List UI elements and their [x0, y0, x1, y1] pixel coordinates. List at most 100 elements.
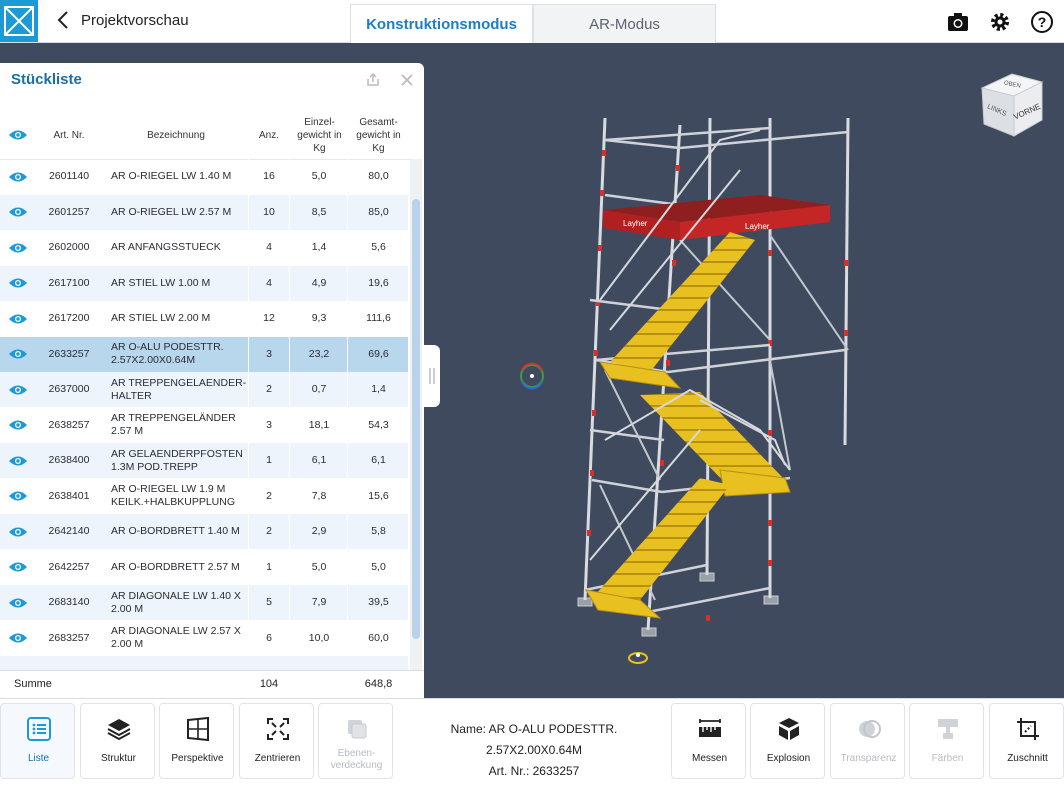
floor-pivot-icon: [628, 652, 648, 664]
selection-info: Name: AR O-ALU PODESTTR. 2.57X2.00X0.64M…: [402, 719, 666, 782]
table-row[interactable]: 2601257 AR O-RIEGEL LW 2.57 M 10 8,5 85,…: [0, 194, 408, 230]
cell-gesamtgewicht: 5,0: [371, 560, 386, 573]
eye-icon[interactable]: [8, 632, 28, 644]
table-row[interactable]: 2638257 AR TREPPENGELÄNDER 2.57 M 3 18,1…: [0, 407, 408, 443]
gear-icon[interactable]: [988, 10, 1012, 34]
cell-art-nr: 2601257: [48, 205, 90, 218]
toolbar-faerben-button[interactable]: Färben: [909, 703, 984, 779]
eye-icon[interactable]: [8, 384, 28, 396]
cell-einzelgewicht: 0,7: [291, 372, 348, 407]
cell-bezeichnung: AR DIAGONALE LW 1.40 X 2.00 M: [111, 589, 241, 615]
deck-label-2: Layher: [745, 222, 770, 231]
tab-konstruktionsmodus[interactable]: Konstruktionsmodus: [350, 4, 533, 44]
scrollbar[interactable]: [410, 159, 422, 671]
toolbar-messen-button[interactable]: Messen: [671, 703, 746, 779]
cell-gesamtgewicht: 6,1: [371, 454, 386, 466]
tab-ar-modus[interactable]: AR-Modus: [533, 4, 716, 44]
header-anzahl[interactable]: Anz.: [248, 111, 290, 159]
table-row[interactable]: 2683257 AR DIAGONALE LW 2.57 X 2.00 M 6 …: [0, 620, 408, 656]
eye-icon[interactable]: [8, 526, 28, 538]
table-row[interactable]: 2601140 AR O-RIEGEL LW 1.40 M 16 5,0 80,…: [0, 159, 408, 194]
table-row[interactable]: 2642140 AR O-BORDBRETT 1.40 M 2 2,9 5,8: [0, 514, 408, 549]
eye-icon[interactable]: [8, 419, 28, 431]
cell-bezeichnung: AR O-RIEGEL LW 1.40 M: [111, 170, 232, 182]
table-row[interactable]: 2637000 AR TREPPENGELAENDER-HALTER 2 0,7…: [0, 372, 408, 407]
toolbar-label: Liste: [27, 753, 50, 764]
toolbar-transparenz-button[interactable]: Transparenz: [830, 703, 905, 779]
eye-icon[interactable]: [8, 277, 28, 289]
cell-gesamtgewicht: 39,5: [368, 596, 389, 608]
toolbar-explosion-button[interactable]: Explosion: [750, 703, 825, 779]
toolbar-label: Transparenz: [840, 753, 897, 764]
app-logo[interactable]: [0, 0, 38, 42]
cell-gesamtgewicht: 60,0: [368, 631, 389, 644]
table-row[interactable]: 2617200 AR STIEL LW 2.00 M 12 9,3 111,6: [0, 301, 408, 336]
export-icon[interactable]: [366, 73, 380, 87]
table-row-partial[interactable]: [0, 656, 408, 671]
cell-anzahl: 12: [248, 301, 290, 336]
table-row[interactable]: 2638401 AR O-RIEGEL LW 1.9 M KEILK.+HALB…: [0, 478, 408, 514]
chevron-left-icon[interactable]: [56, 10, 70, 30]
table-row[interactable]: 2683140 AR DIAGONALE LW 1.40 X 2.00 M 5 …: [0, 585, 408, 620]
toolbar-perspektive-button[interactable]: Perspektive: [159, 703, 234, 779]
header-bezeichnung[interactable]: Bezeichnung: [104, 111, 248, 159]
cell-gesamtgewicht: 15,6: [368, 489, 389, 502]
table-row-selected[interactable]: 2633257 AR O-ALU PODESTTR. 2.57X2.00X0.6…: [0, 336, 408, 372]
parts-table-body[interactable]: 2601140 AR O-RIEGEL LW 1.40 M 16 5,0 80,…: [0, 159, 408, 671]
cell-gesamtgewicht: 1,4: [371, 383, 386, 395]
cell-anzahl: 3: [248, 407, 290, 443]
close-icon[interactable]: [400, 73, 414, 87]
cell-bezeichnung: AR TREPPENGELÄNDER 2.57 M: [111, 412, 236, 437]
toolbar-zuschnitt-button[interactable]: Zuschnitt: [989, 703, 1064, 779]
cell-einzelgewicht: 9,3: [291, 301, 348, 336]
logo-icon: [4, 6, 34, 36]
panel-resize-handle[interactable]: [424, 345, 440, 407]
eye-icon[interactable]: [8, 206, 28, 218]
eye-icon[interactable]: [8, 455, 28, 467]
cell-anzahl: 6: [248, 620, 290, 656]
cut-icon: [1017, 718, 1039, 740]
center-icon: [267, 718, 289, 740]
table-row[interactable]: 2602000 AR ANFANGSSTUECK 4 1,4 5,6: [0, 230, 408, 265]
view-cube[interactable]: OBEN LINKS VORNE: [976, 68, 1048, 140]
help-icon[interactable]: ?: [1030, 10, 1054, 34]
eye-icon[interactable]: [8, 242, 28, 254]
scroll-thumb[interactable]: [412, 199, 420, 639]
eye-icon[interactable]: [8, 171, 28, 183]
cell-bezeichnung: AR O-ALU PODESTTR. 2.57X2.00X0.64M: [111, 341, 224, 366]
table-row[interactable]: 2617100 AR STIEL LW 1.00 M 4 4,9 19,6: [0, 265, 408, 301]
toolbar-ebenenverdeckung-button[interactable]: Ebenen-verdeckung: [318, 703, 393, 779]
eye-icon[interactable]: [8, 561, 28, 573]
table-row[interactable]: 2638400 AR GELAENDERPFOSTEN 1.3M POD.TRE…: [0, 443, 408, 478]
eye-icon[interactable]: [8, 597, 28, 609]
mode-tabs: Konstruktionsmodus AR-Modus: [350, 4, 716, 44]
cell-bezeichnung: AR O-BORDBRETT 1.40 M: [111, 525, 240, 537]
camera-icon[interactable]: [946, 10, 970, 34]
header-gesamtgewicht[interactable]: Gesamt-gewicht in Kg: [349, 111, 408, 159]
pivot-icon: [520, 362, 544, 390]
eye-icon[interactable]: [8, 313, 28, 325]
header-art-nr[interactable]: Art. Nr.: [36, 111, 102, 159]
cell-einzelgewicht: 23,2: [291, 336, 348, 372]
eye-icon[interactable]: [8, 490, 28, 502]
toolbar-zentrieren-button[interactable]: Zentrieren: [239, 703, 314, 779]
cell-einzelgewicht: 1,4: [291, 230, 348, 265]
cell-anzahl: 1: [248, 443, 290, 478]
toolbar-liste-button[interactable]: Liste: [0, 703, 75, 779]
cell-art-nr: 2683140: [48, 596, 90, 608]
cell-gesamtgewicht: 54,3: [368, 418, 389, 431]
toolbar-struktur-button[interactable]: Struktur: [80, 703, 155, 779]
cell-anzahl: 2: [248, 478, 290, 514]
cell-anzahl: 10: [248, 194, 290, 230]
header-einzelgewicht[interactable]: Einzel-gewicht in Kg: [291, 111, 348, 159]
cell-gesamtgewicht: 111,6: [366, 312, 391, 324]
back-link[interactable]: Projektvorschau: [81, 12, 189, 29]
parts-list-panel: Stückliste Art. Nr. Bezeichnung Anz. Ein…: [0, 63, 424, 698]
cell-art-nr: 2642257: [48, 560, 90, 573]
panel-title: Stückliste: [11, 71, 82, 88]
sum-label: Summe: [14, 678, 52, 690]
header-visibility[interactable]: [0, 111, 36, 159]
cell-gesamtgewicht: 5,6: [371, 241, 386, 253]
eye-icon[interactable]: [8, 348, 28, 360]
table-row[interactable]: 2642257 AR O-BORDBRETT 2.57 M 1 5,0 5,0: [0, 549, 408, 585]
